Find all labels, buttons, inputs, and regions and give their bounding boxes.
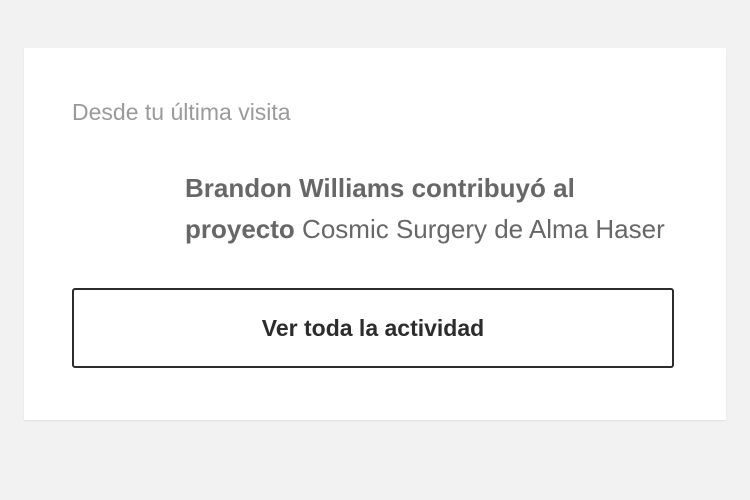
- section-label: Desde tu última visita: [72, 99, 291, 125]
- avatar: [72, 172, 152, 252]
- activity-user-action: Brandon Williams contribuyó al: [185, 173, 575, 203]
- activity-text: Brandon Williams contribuyó al proyecto …: [185, 168, 675, 250]
- view-all-activity-button[interactable]: Ver toda la actividad: [72, 288, 674, 368]
- activity-project-line: proyecto Cosmic Surgery de Alma Haser: [185, 209, 675, 250]
- activity-item[interactable]: Brandon Williams contribuyó al proyecto …: [72, 168, 682, 258]
- activity-card: Desde tu última visita Brandon Williams …: [24, 48, 726, 420]
- activity-object-type: proyecto: [185, 214, 295, 244]
- activity-project-name[interactable]: Cosmic Surgery de Alma Haser: [302, 214, 665, 244]
